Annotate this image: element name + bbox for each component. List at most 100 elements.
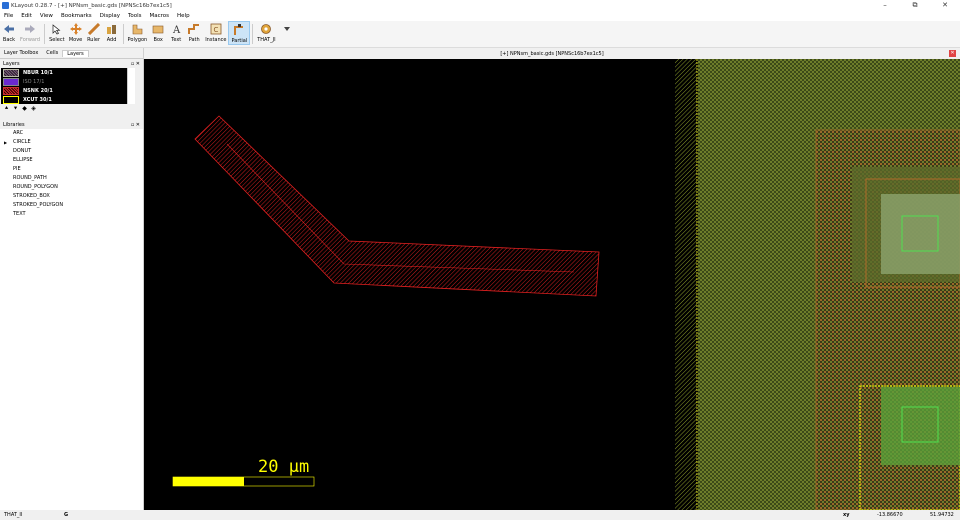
layer-swatch xyxy=(3,68,19,77)
library-item[interactable]: TEXT xyxy=(0,210,143,219)
partial-icon xyxy=(232,24,246,36)
menu-view[interactable]: View xyxy=(40,13,53,19)
app-icon xyxy=(2,2,9,9)
menu-edit[interactable]: Edit xyxy=(21,13,32,19)
move-button[interactable]: Move xyxy=(67,21,85,45)
status-x: -13.86670 xyxy=(877,512,903,518)
library-item[interactable]: ELLIPSE xyxy=(0,156,143,165)
box-label: Box xyxy=(153,37,163,43)
back-label: Back xyxy=(2,37,16,43)
layer-list-scrollbar[interactable] xyxy=(127,68,135,104)
move-cross-icon xyxy=(69,23,83,35)
toolbar-separator xyxy=(252,24,254,44)
panel-float-close-icons[interactable]: ▫ ✕ xyxy=(131,122,140,128)
layer-show-icon[interactable]: ◆ xyxy=(20,105,29,113)
move-label: Move xyxy=(68,37,83,43)
layer-hide-icon[interactable]: ◈ xyxy=(29,105,38,113)
library-item[interactable]: ▶ CIRCLE xyxy=(0,138,143,147)
scale-bar-label: 20 µm xyxy=(258,457,309,477)
maximize-button[interactable]: ⧉ xyxy=(900,0,930,11)
library-item[interactable]: STROKED_POLYGON xyxy=(0,201,143,210)
path-button[interactable]: Path xyxy=(185,21,203,45)
scale-bar-filled xyxy=(173,477,244,486)
panel-float-close-icons[interactable]: ▫ ✕ xyxy=(131,61,140,67)
text-icon: A xyxy=(169,23,183,35)
library-item[interactable]: STROKED_BOX xyxy=(0,192,143,201)
toolbar-separator xyxy=(44,24,46,44)
layer-up-icon[interactable]: ⯅ xyxy=(2,105,11,113)
contact-box-bottom xyxy=(881,387,960,465)
svg-text:C: C xyxy=(213,26,218,34)
layer-list: NBUR 10/1 ISO 17/1 NSNK 20/1 XCUT 30/1 xyxy=(1,68,135,104)
partial-button[interactable]: Partial xyxy=(228,21,251,45)
forward-arrow-icon xyxy=(23,23,37,35)
layers-panel-title: Layers xyxy=(3,60,20,67)
menu-display[interactable]: Display xyxy=(100,13,120,19)
layer-name: XCUT 30/1 xyxy=(23,96,52,103)
library-item[interactable]: ARC xyxy=(0,129,143,138)
menu-help[interactable]: Help xyxy=(177,13,190,19)
menu-file[interactable]: File xyxy=(4,13,13,19)
polygon-button[interactable]: Polygon xyxy=(126,21,150,45)
layer-buttons: ⯅ ⯆ ◆ ◈ xyxy=(0,104,143,114)
layer-row[interactable]: XCUT 30/1 xyxy=(1,95,135,104)
box-button[interactable]: Box xyxy=(149,21,167,45)
ruler-button[interactable]: Ruler xyxy=(85,21,103,45)
instance-icon: C xyxy=(209,23,223,35)
layer-down-icon[interactable]: ⯆ xyxy=(11,105,20,113)
add-icon xyxy=(105,23,119,35)
menu-macros[interactable]: Macros xyxy=(150,13,170,19)
right-hatch-region xyxy=(675,59,697,510)
chevron-down-icon xyxy=(280,23,294,35)
tab-layer-toolbox[interactable]: Layer Toolbox xyxy=(0,50,42,56)
menu-bookmarks[interactable]: Bookmarks xyxy=(61,13,92,19)
forward-button[interactable]: Forward xyxy=(18,21,42,45)
status-y: 51.94732 xyxy=(930,512,954,518)
toolbar-overflow-button[interactable] xyxy=(278,21,296,45)
add-label: Add xyxy=(106,37,117,43)
minimize-button[interactable]: – xyxy=(870,0,900,11)
back-arrow-icon xyxy=(2,23,16,35)
layout-canvas[interactable]: 20 µm xyxy=(144,59,960,510)
library-item[interactable]: PIE xyxy=(0,165,143,174)
layer-row[interactable]: ISO 17/1 xyxy=(1,77,135,86)
layer-swatch xyxy=(3,77,19,86)
status-bar: THAT_II G xy -13.86670 51.94732 xyxy=(0,510,960,520)
library-item[interactable]: ROUND_PATH xyxy=(0,174,143,183)
close-view-icon[interactable]: ✕ xyxy=(949,50,956,57)
layer-name: NBUR 10/1 xyxy=(23,69,53,76)
path-icon xyxy=(187,23,201,35)
that-ji-button[interactable]: THAT_JI xyxy=(255,21,277,45)
layer-name: ISO 17/1 xyxy=(23,78,45,85)
library-item[interactable]: ROUND_POLYGON xyxy=(0,183,143,192)
layer-row[interactable]: NBUR 10/1 xyxy=(1,68,135,77)
select-button[interactable]: Select xyxy=(47,21,66,45)
ruler-icon xyxy=(87,23,101,35)
contact-box-top xyxy=(881,194,960,274)
layer-row[interactable]: NSNK 20/1 xyxy=(1,86,135,95)
ruler-label: Ruler xyxy=(87,37,101,43)
select-pointer-icon xyxy=(50,23,64,35)
add-button[interactable]: Add xyxy=(103,21,121,45)
wire-path-shape xyxy=(194,115,600,297)
back-button[interactable]: Back xyxy=(0,21,18,45)
close-window-button[interactable]: ✕ xyxy=(930,0,960,11)
tab-layers[interactable]: Layers xyxy=(62,49,89,57)
select-label: Select xyxy=(49,37,65,43)
layout-drawing: 20 µm xyxy=(172,59,960,510)
text-button[interactable]: A Text xyxy=(167,21,185,45)
status-key: G xyxy=(64,512,69,518)
instance-button[interactable]: C Instance xyxy=(203,21,228,45)
path-label: Path xyxy=(188,37,200,43)
libraries-panel-title: Libraries xyxy=(3,121,25,128)
svg-text:A: A xyxy=(172,25,181,35)
expand-arrow-icon[interactable]: ▶ xyxy=(4,138,7,147)
left-tabs: Layer Toolbox Cells Layers xyxy=(0,48,143,59)
status-coord-label: xy xyxy=(843,512,850,518)
menu-tools[interactable]: Tools xyxy=(128,13,142,19)
layer-swatch xyxy=(3,86,19,95)
toolbar: Back Forward Select Move Ruler Add Polyg… xyxy=(0,21,960,48)
library-item[interactable]: DONUT xyxy=(0,147,143,156)
title-bar: KLayout 0.28.7 - [+] NPNsm_basic.gds [NP… xyxy=(0,0,960,11)
tab-cells[interactable]: Cells xyxy=(42,50,62,56)
